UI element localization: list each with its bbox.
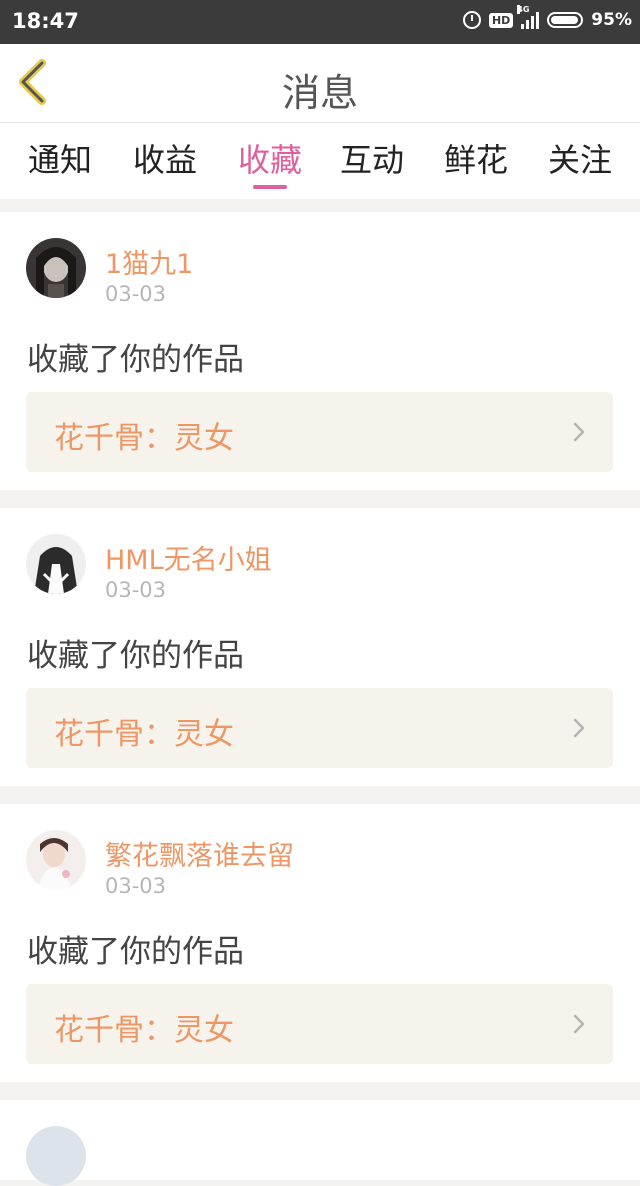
hd-badge: HD	[488, 12, 514, 28]
work-link[interactable]: 花千骨：灵女	[26, 392, 613, 472]
avatar[interactable]	[26, 238, 86, 298]
list-item: 1猫九1 03-03 收藏了你的作品 花千骨：灵女	[0, 212, 640, 490]
battery-icon	[547, 12, 584, 28]
message-list: 1猫九1 03-03 收藏了你的作品 花千骨：灵女 HML无名小姐 03-03 …	[0, 212, 640, 1186]
avatar[interactable]	[26, 830, 86, 890]
action-text: 收藏了你的作品	[27, 934, 244, 970]
battery-percent: 95%	[591, 10, 632, 30]
network-type: 4G	[517, 5, 530, 14]
username[interactable]: HML无名小姐	[105, 538, 272, 577]
chevron-right-icon	[573, 718, 585, 738]
action-text: 收藏了你的作品	[27, 342, 244, 378]
chevron-right-icon	[573, 422, 585, 442]
tab-flowers[interactable]: 鲜花	[424, 135, 528, 181]
work-title: 花千骨：灵女	[54, 421, 234, 456]
active-tab-indicator	[253, 185, 287, 189]
tab-bar: 通知 收益 收藏 互动 鲜花 关注	[0, 123, 640, 199]
work-title: 花千骨：灵女	[54, 1013, 234, 1048]
tab-favorites[interactable]: 收藏	[218, 135, 322, 181]
status-icons: HD 4G 95%	[462, 5, 632, 30]
chevron-right-icon	[573, 1014, 585, 1034]
work-link[interactable]: 花千骨：灵女	[26, 984, 613, 1064]
message-date: 03-03	[105, 874, 167, 898]
username[interactable]: 繁花飘落谁去留	[105, 834, 294, 873]
list-item: 繁花飘落谁去留 03-03 收藏了你的作品 花千骨：灵女	[0, 804, 640, 1082]
page-title: 消息	[281, 71, 358, 115]
list-item: HML无名小姐 03-03 收藏了你的作品 花千骨：灵女	[0, 508, 640, 786]
work-title: 花千骨：灵女	[54, 717, 234, 752]
tab-earnings[interactable]: 收益	[113, 135, 217, 181]
tab-notifications[interactable]: 通知	[8, 135, 112, 181]
work-link[interactable]: 花千骨：灵女	[26, 688, 613, 768]
message-date: 03-03	[105, 282, 167, 306]
status-time: 18:47	[12, 9, 79, 33]
avatar[interactable]	[26, 1126, 86, 1186]
list-item	[0, 1100, 640, 1186]
alarm-icon	[462, 11, 481, 29]
status-bar: 18:47 HD 4G 95%	[0, 0, 640, 44]
avatar[interactable]	[26, 534, 86, 594]
nav-header: 消息	[0, 44, 640, 123]
username[interactable]: 1猫九1	[105, 242, 193, 281]
action-text: 收藏了你的作品	[27, 638, 244, 674]
tab-follows[interactable]: 关注	[528, 135, 632, 181]
signal-icon: 4G	[517, 5, 540, 29]
tab-interactions[interactable]: 互动	[320, 135, 424, 181]
message-date: 03-03	[105, 578, 167, 602]
